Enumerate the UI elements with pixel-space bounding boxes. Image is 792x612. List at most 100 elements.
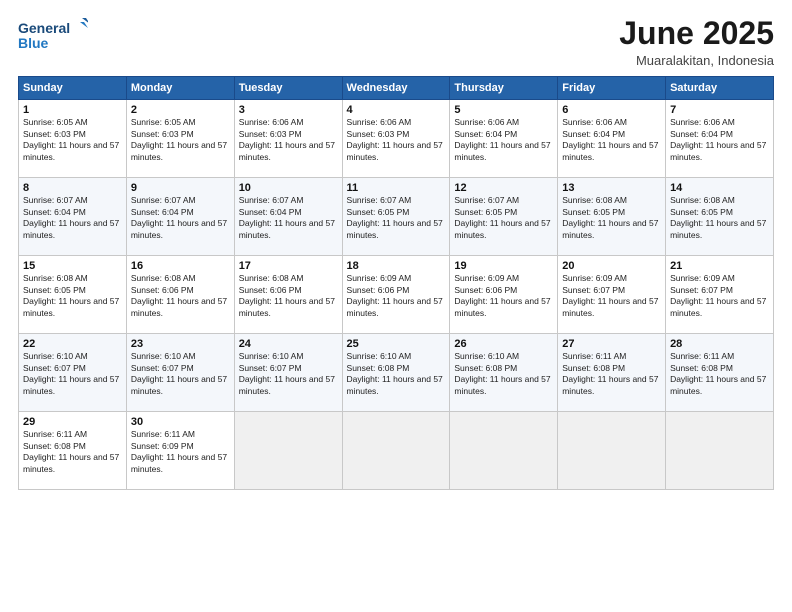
- table-row: 25 Sunrise: 6:10 AMSunset: 6:08 PMDaylig…: [342, 334, 450, 412]
- day-info: Sunrise: 6:09 AMSunset: 6:06 PMDaylight:…: [454, 273, 553, 319]
- day-info: Sunrise: 6:07 AMSunset: 6:04 PMDaylight:…: [131, 195, 230, 241]
- day-number: 30: [131, 416, 230, 428]
- title-area: June 2025 Muaralakitan, Indonesia: [619, 16, 774, 68]
- day-info: Sunrise: 6:06 AMSunset: 6:04 PMDaylight:…: [454, 117, 553, 163]
- day-info: Sunrise: 6:07 AMSunset: 6:05 PMDaylight:…: [454, 195, 553, 241]
- day-info: Sunrise: 6:11 AMSunset: 6:08 PMDaylight:…: [670, 351, 769, 397]
- col-monday: Monday: [126, 77, 234, 100]
- table-row: 24 Sunrise: 6:10 AMSunset: 6:07 PMDaylig…: [234, 334, 342, 412]
- day-info: Sunrise: 6:10 AMSunset: 6:07 PMDaylight:…: [131, 351, 230, 397]
- day-number: 4: [347, 104, 446, 116]
- table-row: 20 Sunrise: 6:09 AMSunset: 6:07 PMDaylig…: [558, 256, 666, 334]
- day-number: 14: [670, 182, 769, 194]
- table-row: 16 Sunrise: 6:08 AMSunset: 6:06 PMDaylig…: [126, 256, 234, 334]
- table-row: 17 Sunrise: 6:08 AMSunset: 6:06 PMDaylig…: [234, 256, 342, 334]
- day-info: Sunrise: 6:09 AMSunset: 6:07 PMDaylight:…: [562, 273, 661, 319]
- day-info: Sunrise: 6:05 AMSunset: 6:03 PMDaylight:…: [131, 117, 230, 163]
- day-info: Sunrise: 6:11 AMSunset: 6:08 PMDaylight:…: [562, 351, 661, 397]
- day-number: 21: [670, 260, 769, 272]
- day-info: Sunrise: 6:06 AMSunset: 6:03 PMDaylight:…: [347, 117, 446, 163]
- day-number: 16: [131, 260, 230, 272]
- day-info: Sunrise: 6:11 AMSunset: 6:08 PMDaylight:…: [23, 429, 122, 475]
- day-info: Sunrise: 6:11 AMSunset: 6:09 PMDaylight:…: [131, 429, 230, 475]
- day-number: 19: [454, 260, 553, 272]
- svg-text:General: General: [18, 20, 70, 36]
- table-row: 7 Sunrise: 6:06 AMSunset: 6:04 PMDayligh…: [666, 100, 774, 178]
- day-number: 1: [23, 104, 122, 116]
- col-tuesday: Tuesday: [234, 77, 342, 100]
- day-info: Sunrise: 6:09 AMSunset: 6:07 PMDaylight:…: [670, 273, 769, 319]
- calendar-table: Sunday Monday Tuesday Wednesday Thursday…: [18, 76, 774, 490]
- table-row: 30 Sunrise: 6:11 AMSunset: 6:09 PMDaylig…: [126, 412, 234, 490]
- day-number: 24: [239, 338, 338, 350]
- day-number: 5: [454, 104, 553, 116]
- day-number: 12: [454, 182, 553, 194]
- day-info: Sunrise: 6:10 AMSunset: 6:07 PMDaylight:…: [239, 351, 338, 397]
- col-saturday: Saturday: [666, 77, 774, 100]
- col-wednesday: Wednesday: [342, 77, 450, 100]
- header: General Blue June 2025 Muaralakitan, Ind…: [18, 16, 774, 68]
- day-info: Sunrise: 6:05 AMSunset: 6:03 PMDaylight:…: [23, 117, 122, 163]
- table-row: 5 Sunrise: 6:06 AMSunset: 6:04 PMDayligh…: [450, 100, 558, 178]
- table-row: [342, 412, 450, 490]
- day-info: Sunrise: 6:06 AMSunset: 6:03 PMDaylight:…: [239, 117, 338, 163]
- day-number: 9: [131, 182, 230, 194]
- table-row: 27 Sunrise: 6:11 AMSunset: 6:08 PMDaylig…: [558, 334, 666, 412]
- day-info: Sunrise: 6:08 AMSunset: 6:06 PMDaylight:…: [131, 273, 230, 319]
- day-number: 25: [347, 338, 446, 350]
- day-info: Sunrise: 6:07 AMSunset: 6:05 PMDaylight:…: [347, 195, 446, 241]
- day-number: 11: [347, 182, 446, 194]
- subtitle: Muaralakitan, Indonesia: [619, 53, 774, 68]
- day-number: 26: [454, 338, 553, 350]
- day-info: Sunrise: 6:08 AMSunset: 6:05 PMDaylight:…: [670, 195, 769, 241]
- day-info: Sunrise: 6:07 AMSunset: 6:04 PMDaylight:…: [23, 195, 122, 241]
- day-info: Sunrise: 6:09 AMSunset: 6:06 PMDaylight:…: [347, 273, 446, 319]
- table-row: 23 Sunrise: 6:10 AMSunset: 6:07 PMDaylig…: [126, 334, 234, 412]
- table-row: 14 Sunrise: 6:08 AMSunset: 6:05 PMDaylig…: [666, 178, 774, 256]
- day-number: 3: [239, 104, 338, 116]
- table-row: 12 Sunrise: 6:07 AMSunset: 6:05 PMDaylig…: [450, 178, 558, 256]
- page: General Blue June 2025 Muaralakitan, Ind…: [0, 0, 792, 612]
- table-row: 15 Sunrise: 6:08 AMSunset: 6:05 PMDaylig…: [19, 256, 127, 334]
- table-row: 13 Sunrise: 6:08 AMSunset: 6:05 PMDaylig…: [558, 178, 666, 256]
- col-sunday: Sunday: [19, 77, 127, 100]
- day-number: 10: [239, 182, 338, 194]
- day-number: 6: [562, 104, 661, 116]
- logo-svg: General Blue: [18, 16, 88, 54]
- day-number: 23: [131, 338, 230, 350]
- table-row: 9 Sunrise: 6:07 AMSunset: 6:04 PMDayligh…: [126, 178, 234, 256]
- table-row: 28 Sunrise: 6:11 AMSunset: 6:08 PMDaylig…: [666, 334, 774, 412]
- table-row: [450, 412, 558, 490]
- table-row: 3 Sunrise: 6:06 AMSunset: 6:03 PMDayligh…: [234, 100, 342, 178]
- table-row: 4 Sunrise: 6:06 AMSunset: 6:03 PMDayligh…: [342, 100, 450, 178]
- day-info: Sunrise: 6:10 AMSunset: 6:08 PMDaylight:…: [347, 351, 446, 397]
- table-row: 22 Sunrise: 6:10 AMSunset: 6:07 PMDaylig…: [19, 334, 127, 412]
- day-info: Sunrise: 6:06 AMSunset: 6:04 PMDaylight:…: [562, 117, 661, 163]
- day-info: Sunrise: 6:06 AMSunset: 6:04 PMDaylight:…: [670, 117, 769, 163]
- table-row: 19 Sunrise: 6:09 AMSunset: 6:06 PMDaylig…: [450, 256, 558, 334]
- day-number: 13: [562, 182, 661, 194]
- main-title: June 2025: [619, 16, 774, 51]
- col-thursday: Thursday: [450, 77, 558, 100]
- calendar-header-row: Sunday Monday Tuesday Wednesday Thursday…: [19, 77, 774, 100]
- day-info: Sunrise: 6:10 AMSunset: 6:08 PMDaylight:…: [454, 351, 553, 397]
- table-row: 11 Sunrise: 6:07 AMSunset: 6:05 PMDaylig…: [342, 178, 450, 256]
- table-row: [234, 412, 342, 490]
- table-row: 6 Sunrise: 6:06 AMSunset: 6:04 PMDayligh…: [558, 100, 666, 178]
- table-row: 8 Sunrise: 6:07 AMSunset: 6:04 PMDayligh…: [19, 178, 127, 256]
- day-number: 2: [131, 104, 230, 116]
- svg-text:Blue: Blue: [18, 35, 49, 51]
- day-number: 20: [562, 260, 661, 272]
- day-number: 7: [670, 104, 769, 116]
- day-info: Sunrise: 6:10 AMSunset: 6:07 PMDaylight:…: [23, 351, 122, 397]
- table-row: 1 Sunrise: 6:05 AMSunset: 6:03 PMDayligh…: [19, 100, 127, 178]
- table-row: 10 Sunrise: 6:07 AMSunset: 6:04 PMDaylig…: [234, 178, 342, 256]
- day-number: 28: [670, 338, 769, 350]
- table-row: 2 Sunrise: 6:05 AMSunset: 6:03 PMDayligh…: [126, 100, 234, 178]
- col-friday: Friday: [558, 77, 666, 100]
- day-number: 22: [23, 338, 122, 350]
- day-info: Sunrise: 6:07 AMSunset: 6:04 PMDaylight:…: [239, 195, 338, 241]
- day-number: 27: [562, 338, 661, 350]
- table-row: [558, 412, 666, 490]
- day-number: 8: [23, 182, 122, 194]
